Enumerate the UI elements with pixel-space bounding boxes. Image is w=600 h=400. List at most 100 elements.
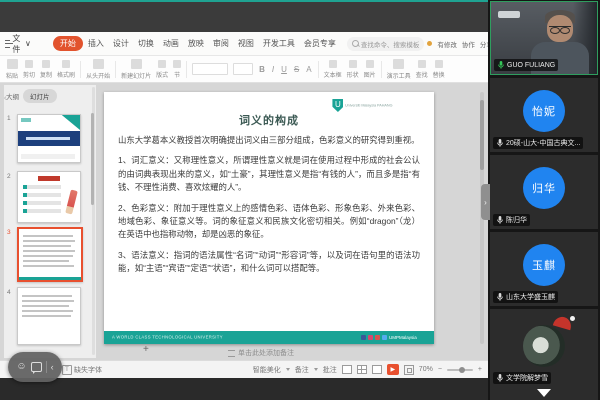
layout-icon bbox=[158, 60, 166, 68]
new-slide-button[interactable]: 新建幻灯片 bbox=[121, 59, 151, 80]
layout-button[interactable]: 版式 bbox=[156, 60, 168, 79]
thumbnail-scrollbar[interactable] bbox=[92, 87, 95, 355]
zoom-slider[interactable] bbox=[447, 369, 473, 371]
section-button[interactable]: 节 bbox=[173, 60, 181, 79]
tab-home[interactable]: 开始 bbox=[53, 36, 83, 51]
file-menu[interactable]: 文件 ∨ bbox=[5, 33, 31, 55]
tab-animations[interactable]: 动画 bbox=[159, 36, 183, 51]
thumb-text-line bbox=[23, 250, 75, 252]
collaborate-button[interactable]: 协作 bbox=[462, 39, 475, 49]
thumb-pencil-graphic bbox=[65, 190, 78, 215]
tab-transitions[interactable]: 切换 bbox=[134, 36, 158, 51]
modified-dot-icon bbox=[427, 41, 432, 46]
meeting-reactions-pill[interactable]: ☺ ‹ bbox=[8, 352, 62, 382]
sidebar-collapse-handle[interactable]: › bbox=[481, 184, 490, 220]
add-slide-button[interactable]: + bbox=[143, 344, 149, 355]
font-size-select[interactable] bbox=[233, 63, 253, 75]
chat-bubble-icon[interactable] bbox=[31, 362, 42, 372]
avatar: 怡妮 bbox=[523, 90, 565, 132]
strikethrough-button[interactable]: S bbox=[293, 65, 300, 74]
ribbon-separator bbox=[186, 61, 187, 78]
paste-icon bbox=[7, 59, 18, 69]
tab-slideshow[interactable]: 放映 bbox=[184, 36, 208, 51]
italic-button[interactable]: I bbox=[271, 65, 275, 74]
format-painter-icon bbox=[62, 60, 70, 68]
zoom-in-button[interactable]: + bbox=[478, 366, 482, 373]
tab-insert[interactable]: 插入 bbox=[84, 36, 108, 51]
missing-font-warning[interactable]: T 缺失字体 bbox=[62, 365, 102, 375]
slide-number: 1 bbox=[7, 115, 11, 122]
ump-shield-icon: U bbox=[332, 99, 343, 112]
cut-button[interactable]: 剪切 bbox=[23, 60, 35, 79]
tab-devtools[interactable]: 开发工具 bbox=[259, 36, 299, 51]
format-painter-button[interactable]: 格式刷 bbox=[57, 60, 75, 79]
font-color-button[interactable]: A bbox=[305, 65, 312, 74]
tab-slides[interactable]: 幻灯片 bbox=[23, 89, 57, 103]
find-button[interactable]: 查找 bbox=[416, 60, 428, 79]
thumb-list-row bbox=[23, 209, 61, 213]
present-tools-button[interactable]: 演示工具 bbox=[387, 59, 411, 80]
play-from-start-button[interactable]: 从头开始 bbox=[86, 59, 110, 80]
slide-number: 2 bbox=[7, 173, 11, 180]
replace-button[interactable]: 替换 bbox=[433, 60, 445, 79]
slide-thumbnail-4[interactable] bbox=[17, 287, 81, 345]
participant-tile[interactable]: 文学院解梦雪 bbox=[490, 309, 598, 400]
picture-icon bbox=[366, 60, 374, 68]
thumb-teal-shape bbox=[52, 115, 80, 130]
play-icon bbox=[93, 59, 104, 69]
chevron-right-icon: › bbox=[484, 198, 487, 207]
slide-thumbnail-3-active[interactable] bbox=[17, 227, 83, 282]
modified-status[interactable]: 有修改 bbox=[437, 39, 457, 49]
tab-view[interactable]: 视图 bbox=[234, 36, 258, 51]
zoom-slider-knob[interactable] bbox=[459, 367, 465, 373]
sorter-view-icon[interactable] bbox=[357, 365, 367, 374]
command-search-input[interactable]: 查找命令、搜索模板 bbox=[347, 37, 425, 51]
bold-button[interactable]: B bbox=[258, 65, 266, 74]
ribbon-separator bbox=[80, 61, 81, 78]
zoom-out-button[interactable]: − bbox=[438, 366, 442, 373]
participant-name: 文学院解梦雪 bbox=[506, 373, 548, 383]
smart-beautify-button[interactable]: 智能美化 bbox=[253, 365, 281, 375]
tab-member[interactable]: 会员专享 bbox=[300, 36, 340, 51]
font-badge-icon: T bbox=[62, 365, 72, 375]
zoom-level[interactable]: 70% bbox=[419, 366, 433, 373]
notes-placeholder-text: 单击此处添加备注 bbox=[238, 348, 294, 358]
notes-placeholder[interactable]: 单击此处添加备注 bbox=[228, 348, 294, 358]
reading-view-icon[interactable] bbox=[372, 365, 382, 374]
participant-tile-video[interactable]: GUO FULIANG bbox=[490, 1, 598, 75]
tab-design[interactable]: 设计 bbox=[109, 36, 133, 51]
collapse-pill-icon[interactable]: ‹ bbox=[51, 362, 54, 372]
new-slide-icon bbox=[131, 59, 142, 69]
tab-review[interactable]: 审阅 bbox=[209, 36, 233, 51]
fit-screen-icon[interactable] bbox=[404, 365, 414, 375]
comments-button[interactable]: 批注 bbox=[323, 365, 337, 375]
participants-sidebar: GUO FULIANG 怡妮 20硕-山大-中国古典文... 归华 陈归华 玉麒 bbox=[488, 0, 600, 400]
participant-tile[interactable]: 玉麒 山东大学盛玉麒 bbox=[490, 232, 598, 306]
slide-thumbnail-2[interactable] bbox=[17, 171, 81, 223]
underline-button[interactable]: U bbox=[280, 65, 288, 74]
reaction-smiley-icon[interactable]: ☺ bbox=[16, 362, 26, 372]
picture-button[interactable]: 图片 bbox=[364, 60, 376, 79]
slideshow-button[interactable]: ▶ bbox=[387, 364, 399, 375]
youtube-icon bbox=[375, 335, 380, 340]
more-participants-indicator[interactable] bbox=[537, 389, 551, 397]
slide-canvas[interactable]: U Universiti Malaysia PAHANG 词义的构成 山东大学葛… bbox=[104, 92, 434, 344]
search-placeholder: 查找命令、搜索模板 bbox=[361, 39, 420, 49]
santa-hat-pom bbox=[570, 316, 575, 321]
missing-font-label: 缺失字体 bbox=[74, 365, 102, 375]
notes-toggle-button[interactable]: 备注 bbox=[295, 365, 309, 375]
slide-thumbnail-1[interactable] bbox=[17, 114, 81, 163]
participant-tile[interactable]: 归华 陈归华 bbox=[490, 155, 598, 229]
paste-button[interactable]: 粘贴 bbox=[6, 59, 18, 80]
thumb-text-line bbox=[23, 235, 73, 237]
textbox-button[interactable]: 文本框 bbox=[324, 60, 342, 79]
copy-button[interactable]: 复制 bbox=[40, 60, 52, 79]
participant-name: 20硕-山大-中国古典文... bbox=[506, 138, 580, 148]
slide-thumbnail-panel: ‹ 大纲 幻灯片 1 2 3 bbox=[4, 85, 96, 358]
normal-view-icon[interactable] bbox=[342, 365, 352, 374]
font-name-select[interactable] bbox=[192, 63, 228, 75]
shapes-button[interactable]: 形状 bbox=[347, 60, 359, 79]
participant-tile[interactable]: 怡妮 20硕-山大-中国古典文... bbox=[490, 78, 598, 152]
tab-outline[interactable]: 大纲 bbox=[6, 91, 19, 101]
thumb-text-line bbox=[23, 240, 75, 242]
